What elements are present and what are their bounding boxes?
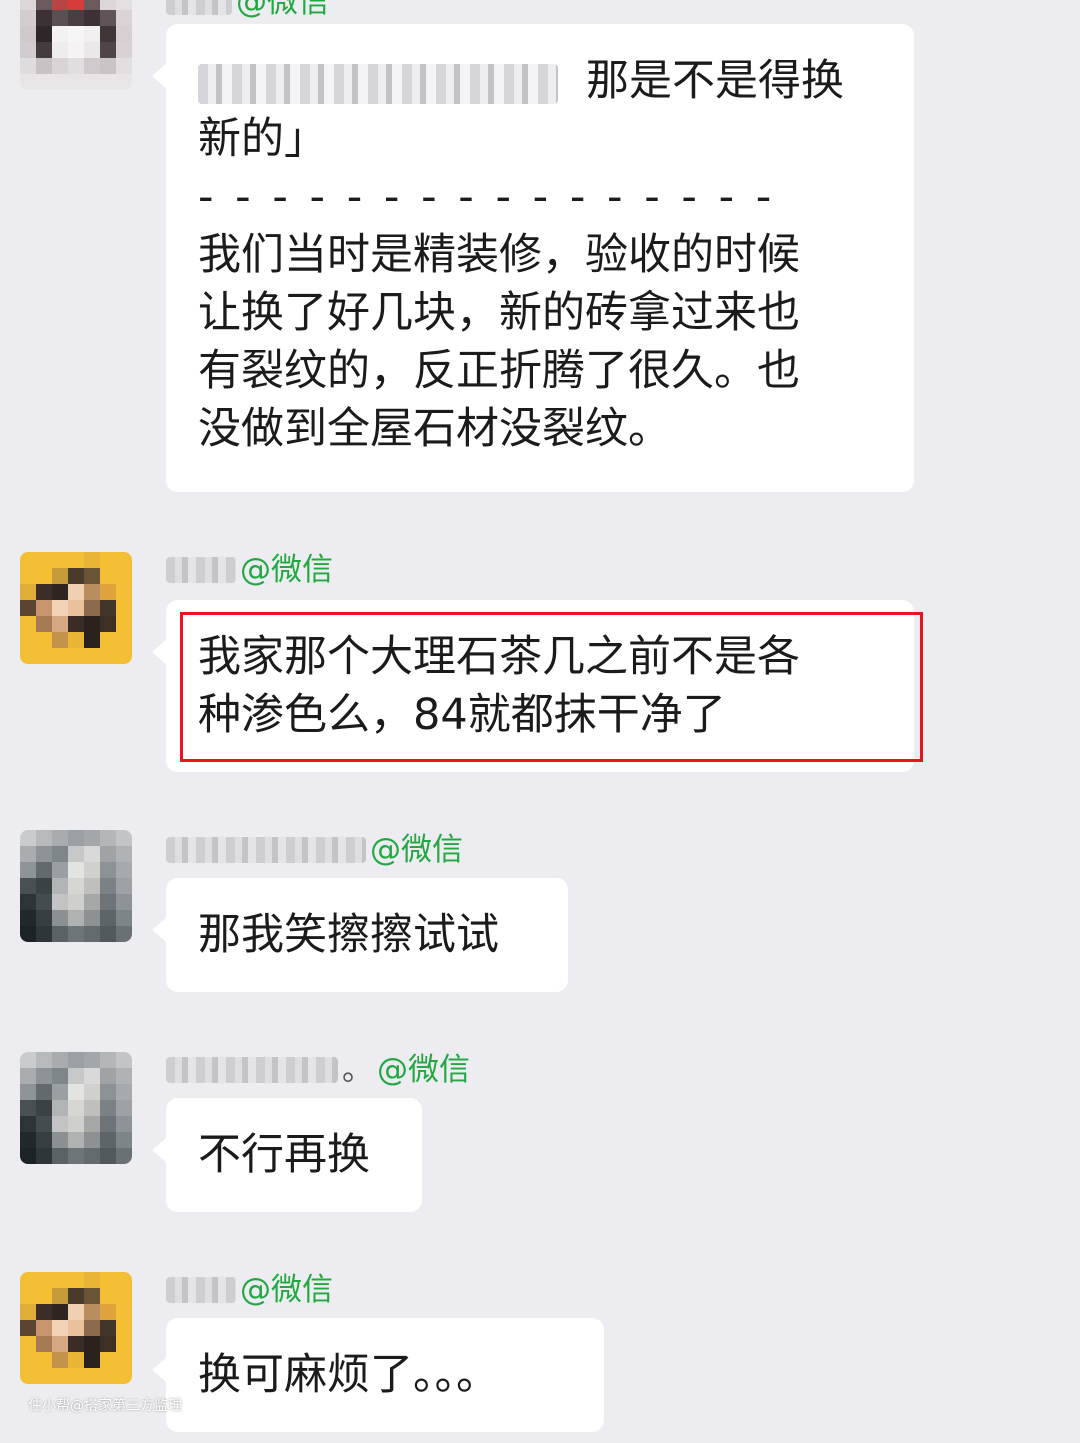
sender-name-row: @微信	[166, 830, 463, 870]
source-tag: @微信	[236, 0, 329, 20]
message-line: 我家那个大理石茶几之前不是各	[198, 632, 800, 682]
message-line: 没做到全屋石材没裂纹。	[198, 404, 671, 454]
avatar[interactable]	[20, 0, 132, 90]
message-line: 那我笑擦擦试试	[198, 910, 499, 960]
message-line: 让换了好几块，新的砖拿过来也	[198, 288, 800, 338]
source-tag: @微信	[240, 1272, 333, 1308]
message-bubble[interactable]: 换可麻烦了。。。	[152, 1318, 604, 1432]
blurred-name	[166, 837, 366, 863]
sender-name-row: @微信	[166, 550, 333, 590]
blurred-name	[166, 557, 236, 583]
message-line: 换可麻烦了。。。	[198, 1350, 499, 1400]
avatar[interactable]	[20, 552, 132, 664]
message-bubble[interactable]: 不行再换	[152, 1098, 422, 1212]
blurred-name	[166, 1277, 236, 1303]
blurred-name	[166, 0, 232, 15]
message-line: 种渗色么，84就都抹干净了	[198, 690, 726, 740]
watermark: 住小帮@搭家第三方监理	[28, 1398, 182, 1414]
blurred-quote	[198, 63, 558, 104]
avatar[interactable]	[20, 830, 132, 942]
message-line: 那是不是得换	[198, 52, 882, 110]
avatar[interactable]	[20, 1052, 132, 1164]
message-bubble[interactable]: 我家那个大理石茶几之前不是各 种渗色么，84就都抹干净了	[152, 600, 914, 772]
avatar[interactable]	[20, 1272, 132, 1384]
sender-name-row: @微信	[166, 1270, 333, 1310]
source-tag: @微信	[240, 552, 333, 588]
source-tag: @微信	[370, 832, 463, 868]
quote-divider: - - - - - - - - - - - - - - - -	[198, 172, 776, 222]
source-tag: @微信	[377, 1052, 470, 1088]
blurred-name	[166, 1057, 338, 1083]
message-bubble[interactable]: 那是不是得换 新的」 - - - - - - - - - - - - - - -…	[152, 24, 914, 492]
message-line: 不行再换	[198, 1130, 370, 1180]
message-line: 新的」	[198, 114, 327, 164]
message-bubble[interactable]: 那我笑擦擦试试	[152, 878, 568, 992]
message-line: 我们当时是精装修，验收的时候	[198, 230, 800, 280]
sender-name-row: 。 @微信	[166, 1050, 470, 1090]
message-line: 有裂纹的，反正折腾了很久。也	[198, 346, 800, 396]
sender-name-row: @微信	[166, 0, 329, 22]
name-suffix: 。	[342, 1052, 373, 1088]
